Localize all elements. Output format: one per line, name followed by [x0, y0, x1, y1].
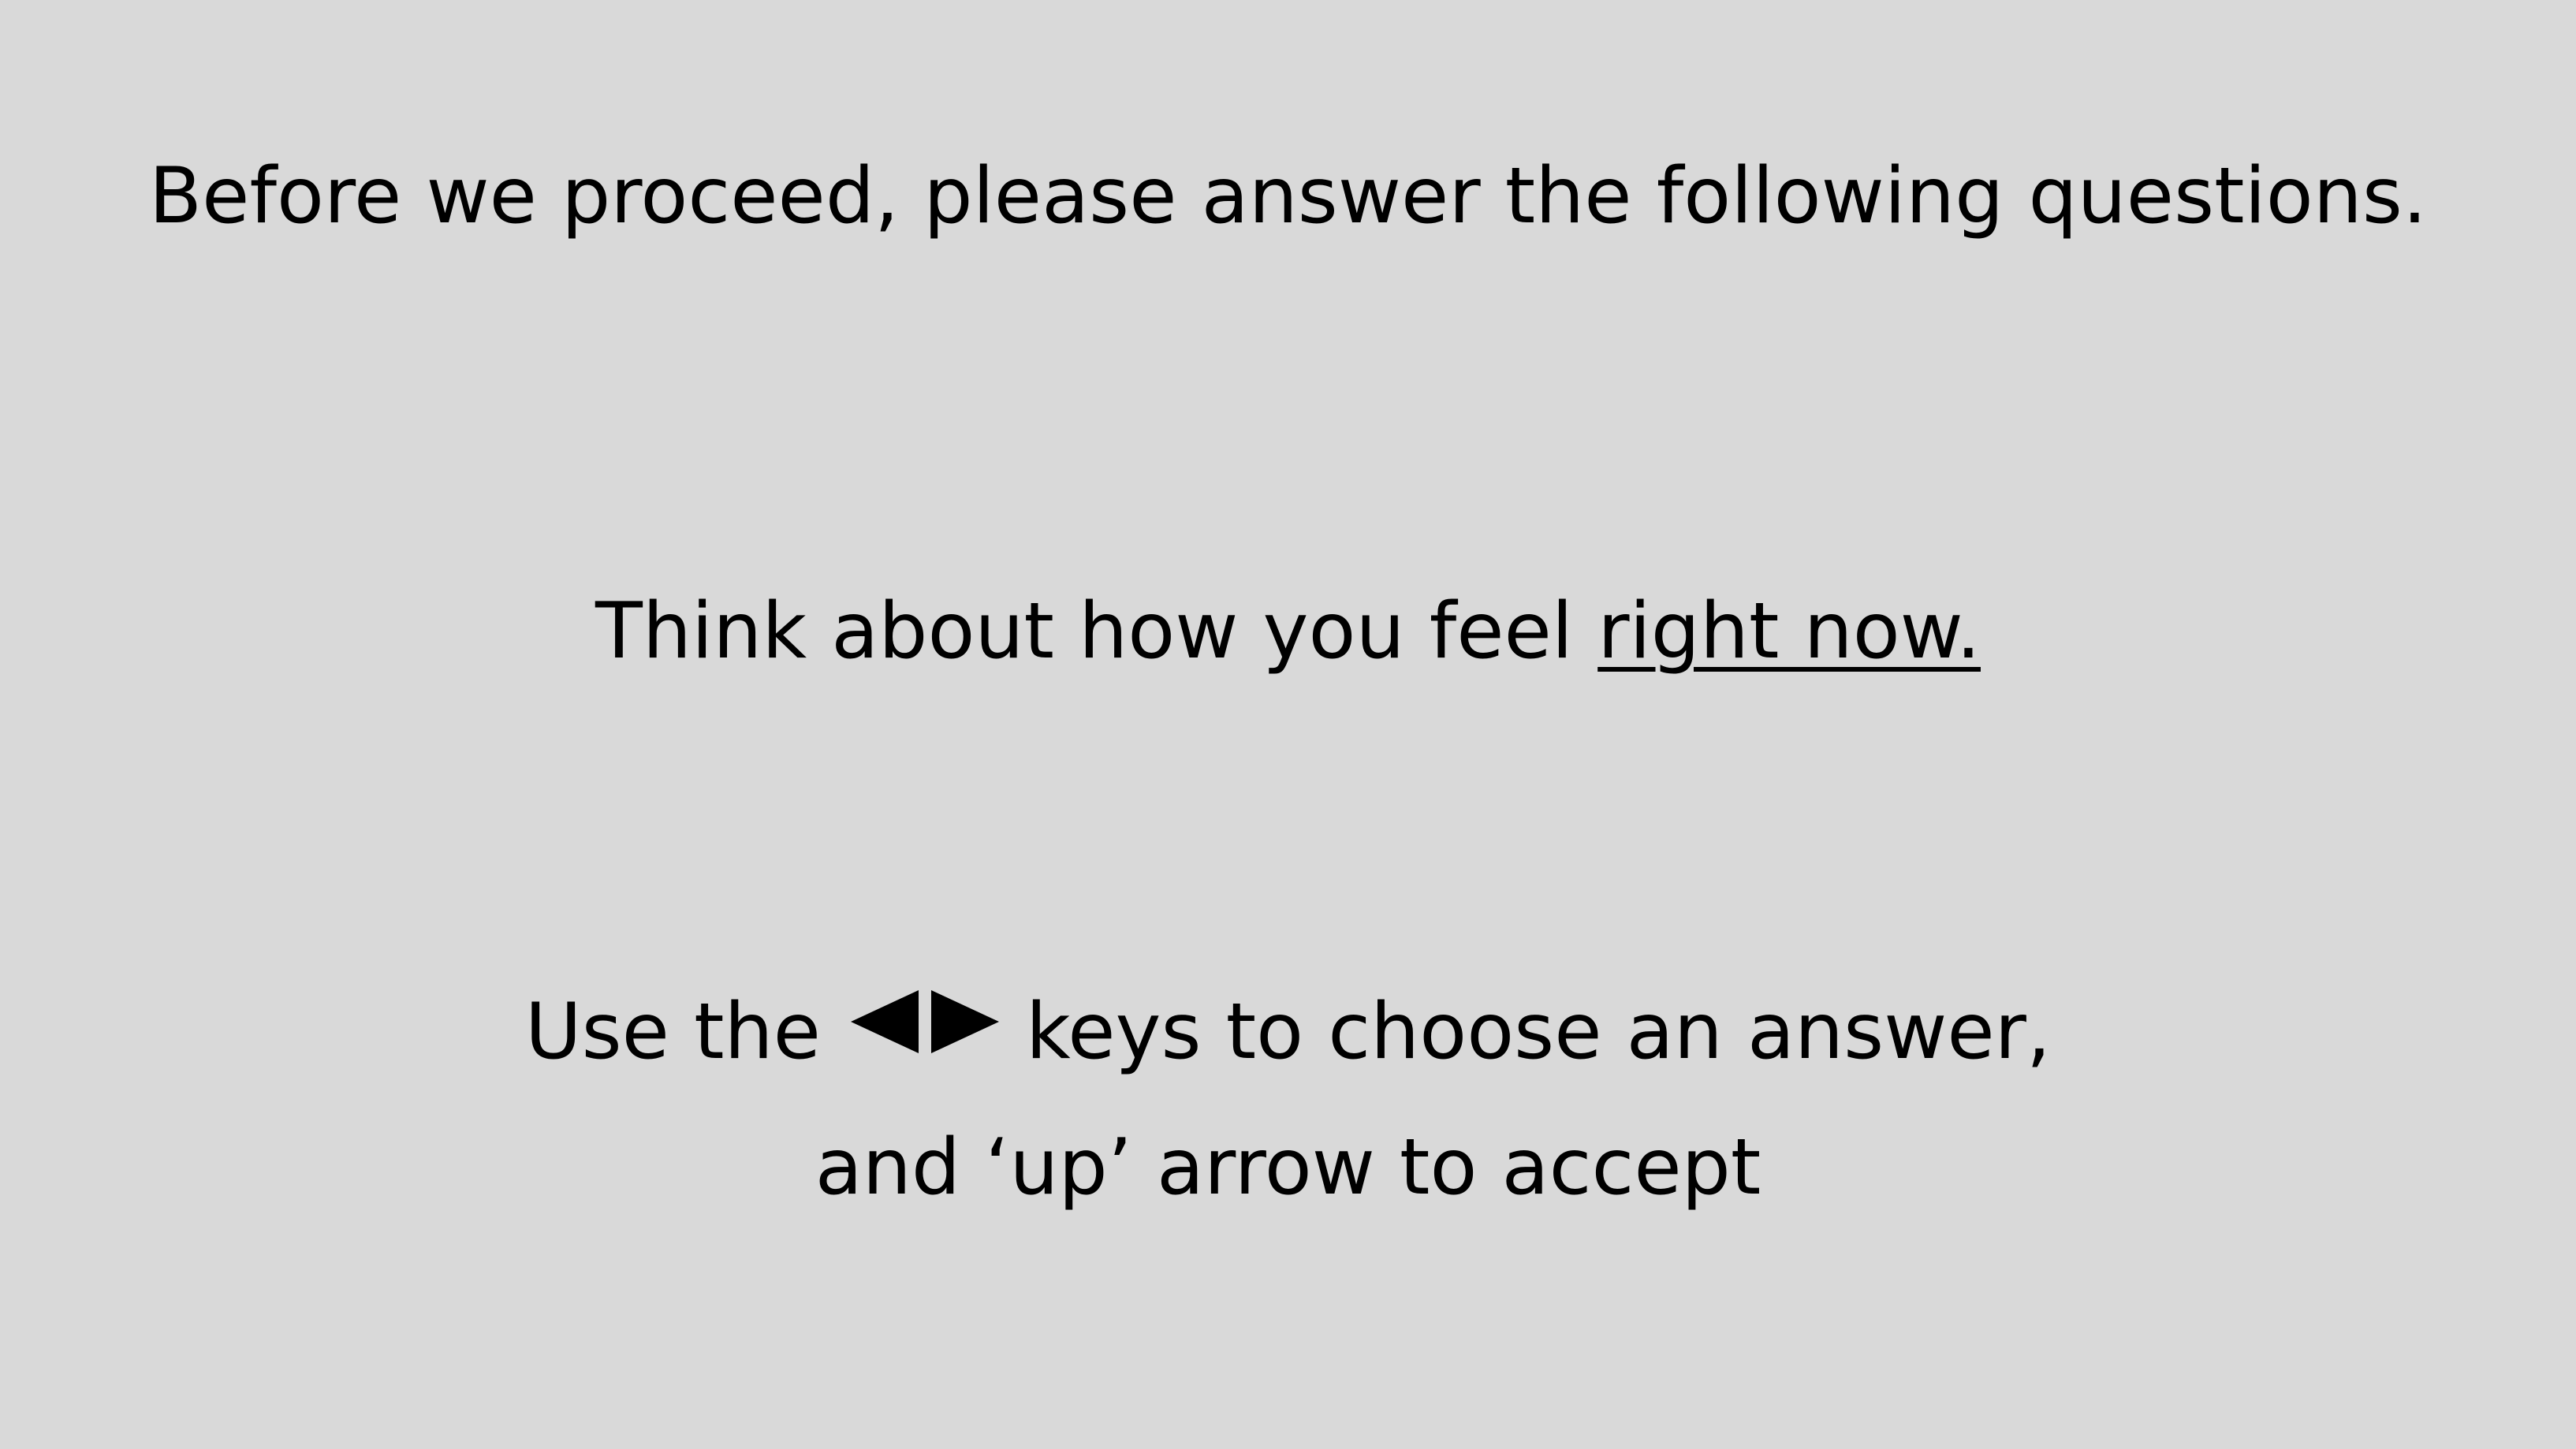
- right-arrow-icon: [930, 990, 999, 1053]
- keys-instruction-line1: Use the keys to choose an answer,: [0, 990, 2576, 1071]
- keys-instruction-line2: and ‘up’ arrow to accept: [815, 1123, 1761, 1212]
- keys-suffix: keys to choose an answer,: [1025, 987, 2052, 1077]
- intro-text: Before we proceed, please answer the fol…: [148, 151, 2428, 241]
- think-prefix: Think about how you feel: [595, 587, 1598, 676]
- think-emphasis: right now.: [1597, 587, 1981, 676]
- keys-prefix: Use the: [524, 987, 821, 1077]
- think-instruction: Think about how you feel right now.: [0, 593, 2576, 670]
- arrow-keys-icons: [844, 990, 1005, 1071]
- instruction-screen: Before we proceed, please answer the fol…: [0, 0, 2576, 1449]
- left-arrow-icon: [850, 990, 919, 1053]
